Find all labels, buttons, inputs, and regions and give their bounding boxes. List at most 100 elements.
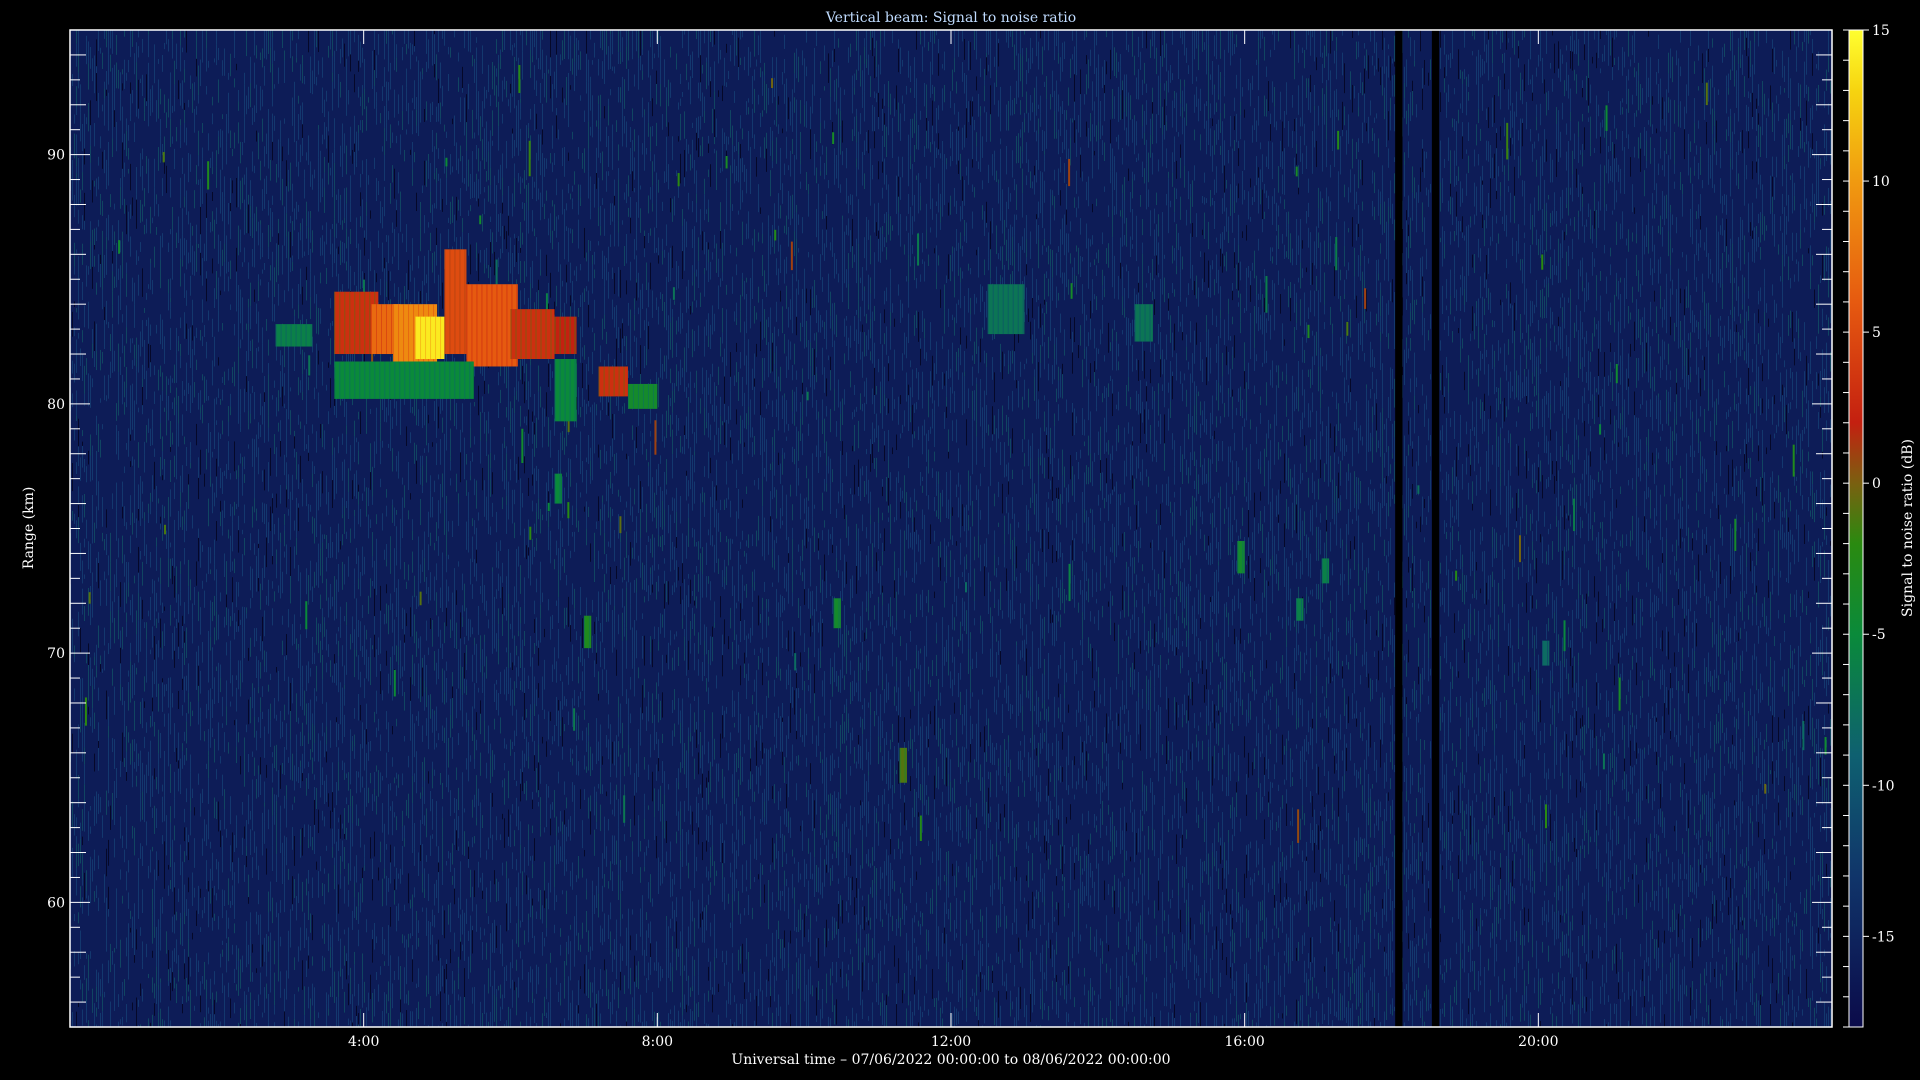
noise-spike xyxy=(1364,288,1367,309)
noise-spike xyxy=(308,355,311,376)
noise-spike xyxy=(623,795,626,823)
noise-spike xyxy=(1417,485,1420,494)
noise-spike xyxy=(672,287,675,300)
colorbar-label: Signal to noise ratio (dB) xyxy=(1900,439,1916,617)
noise-spike xyxy=(619,516,622,534)
noise-spike xyxy=(790,241,793,271)
echo-region-16 xyxy=(583,615,592,649)
noise-spike xyxy=(545,293,548,312)
noise-spike xyxy=(1068,158,1071,187)
y-tick-label: 90 xyxy=(47,148,65,164)
noise-spike xyxy=(832,132,835,145)
data-gap-1 xyxy=(1431,30,1440,1027)
noise-spike xyxy=(677,173,680,187)
chart-title: Vertical beam: Signal to noise ratio xyxy=(825,10,1076,26)
echo-region-14 xyxy=(1134,304,1153,342)
echo-region-20 xyxy=(1296,598,1304,621)
colorbar-tick-label: 15 xyxy=(1872,23,1890,39)
noise-spike xyxy=(162,152,165,163)
noise-spike xyxy=(1618,677,1621,711)
x-tick-label: 20:00 xyxy=(1518,1034,1558,1050)
echo-region-11 xyxy=(598,366,628,397)
noise-spike xyxy=(1335,237,1338,271)
noise-spike xyxy=(654,420,657,455)
noise-spike xyxy=(1802,720,1805,751)
noise-spike xyxy=(1518,535,1521,563)
snr-chart: Vertical beam: Signal to noise ratio 4:0… xyxy=(0,0,1920,1080)
noise-spike xyxy=(917,233,920,266)
colorbar-tick-label: -15 xyxy=(1872,929,1895,945)
noise-spike xyxy=(1792,444,1795,477)
noise-spike xyxy=(573,708,576,731)
noise-spike xyxy=(529,526,532,540)
noise-spike xyxy=(1337,130,1340,150)
noise-spike xyxy=(521,428,524,464)
x-tick-label: 4:00 xyxy=(348,1034,379,1050)
noise-spike xyxy=(964,582,967,593)
noise-spike xyxy=(1265,276,1268,313)
noise-spike xyxy=(1070,283,1073,299)
y-tick-label: 70 xyxy=(47,646,65,662)
noise-spike xyxy=(305,601,308,630)
noise-spike xyxy=(1346,321,1349,336)
noise-spike xyxy=(1297,809,1300,843)
noise-spike xyxy=(1541,254,1544,270)
x-axis-label: Universal time – 07/06/2022 00:00:00 to … xyxy=(731,1052,1170,1068)
noise-spike xyxy=(1615,363,1618,384)
x-tick-label: 8:00 xyxy=(642,1034,673,1050)
noise-spike xyxy=(1705,82,1708,106)
colorbar-tick-label: 10 xyxy=(1872,174,1890,190)
noise-spike xyxy=(207,161,210,190)
noise-spike xyxy=(1599,424,1602,435)
y-axis-label: Range (km) xyxy=(21,487,37,570)
noise-spike xyxy=(774,229,777,241)
echo-region-12 xyxy=(627,383,658,409)
noise-spike xyxy=(1734,518,1737,551)
noise-spike xyxy=(794,653,797,671)
echo-region-19 xyxy=(1237,540,1245,574)
noise-spike xyxy=(1068,563,1071,602)
x-tick-label: 12:00 xyxy=(931,1034,971,1050)
echo-region-9 xyxy=(554,359,577,422)
colorbar-tick-label: 5 xyxy=(1872,325,1881,341)
heatmap-plot xyxy=(70,30,1832,1027)
noise-spike xyxy=(1764,783,1767,794)
noise-spike xyxy=(919,815,922,841)
noise-spike xyxy=(1455,570,1458,581)
echo-region-13 xyxy=(987,284,1025,335)
echo-region-6 xyxy=(510,309,555,360)
echo-region-22 xyxy=(1542,640,1550,666)
noise-spike xyxy=(1573,498,1576,532)
echo-region-5 xyxy=(466,284,518,367)
noise-spike xyxy=(1506,122,1509,160)
colorbar-tick-label: -10 xyxy=(1872,778,1895,794)
colorbar xyxy=(1848,29,1864,1028)
noise-spike xyxy=(88,592,91,604)
echo-region-15 xyxy=(554,473,562,504)
y-tick-label: 80 xyxy=(47,397,65,413)
noise-spike xyxy=(806,391,809,401)
echo-region-21 xyxy=(1321,558,1330,584)
noise-spike xyxy=(445,157,448,167)
noise-spike xyxy=(479,215,482,225)
x-tick-label: 16:00 xyxy=(1224,1034,1264,1050)
noise-spike xyxy=(518,64,521,94)
noise-spike xyxy=(725,156,728,169)
echo-region-3 xyxy=(415,316,445,360)
noise-spike xyxy=(528,140,531,177)
noise-spike xyxy=(547,502,550,512)
echo-region-10 xyxy=(275,324,313,347)
noise-spike xyxy=(771,78,774,88)
echo-region-18 xyxy=(899,747,907,783)
noise-spike xyxy=(1602,753,1605,770)
noise-spike xyxy=(164,524,167,535)
colorbar-tick-label: -5 xyxy=(1872,627,1886,643)
noise-spike xyxy=(1295,166,1298,177)
noise-spike xyxy=(1307,324,1310,339)
colorbar-tick-label: 0 xyxy=(1872,476,1881,492)
noise-spike xyxy=(1605,105,1608,131)
noise-spike xyxy=(393,669,396,697)
noise-spike xyxy=(419,591,422,606)
noise-spike xyxy=(84,697,87,726)
echo-region-7 xyxy=(554,316,577,355)
